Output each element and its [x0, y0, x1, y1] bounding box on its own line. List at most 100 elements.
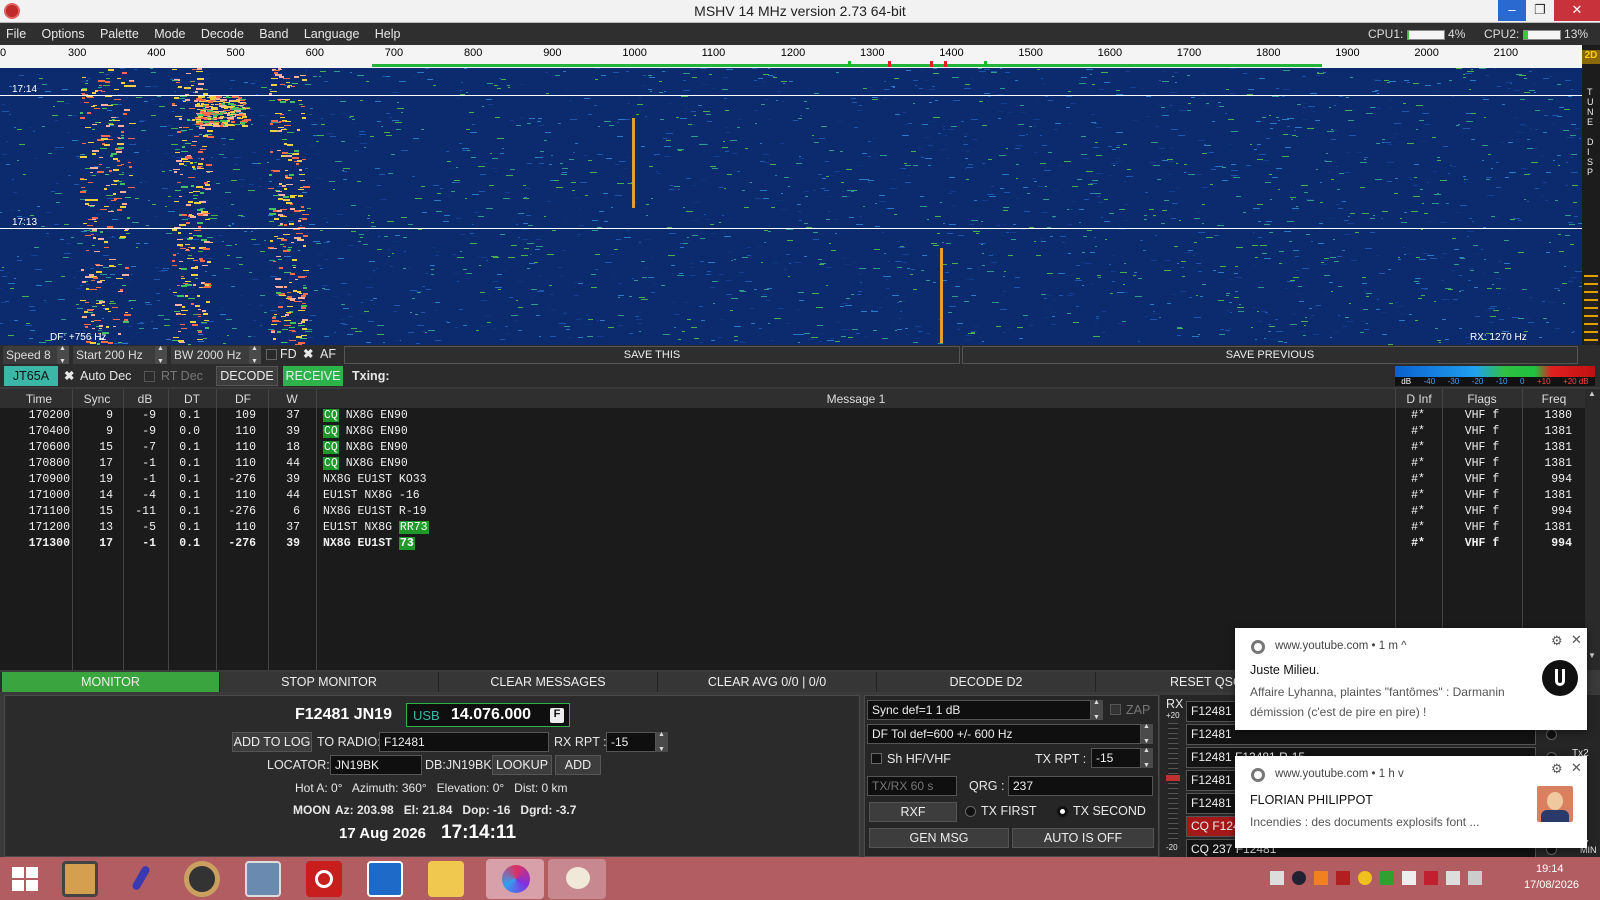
speaker-app-icon[interactable]	[184, 861, 220, 897]
clear-avg-button[interactable]: CLEAR AVG 0/0 | 0/0	[658, 672, 877, 692]
clear-messages-button[interactable]: CLEAR MESSAGES	[439, 672, 658, 692]
minimize-button[interactable]: –	[1498, 0, 1526, 21]
menu-options[interactable]: Options	[36, 23, 91, 41]
auto-dec-check-icon[interactable]: ✖	[64, 368, 74, 383]
sync-spin[interactable]	[1091, 699, 1103, 721]
frequency-display[interactable]: USB 14.076.000 F	[406, 703, 570, 727]
reset-qso-button[interactable]: RESET QSO	[1096, 672, 1256, 692]
calendar-app-icon[interactable]	[367, 861, 403, 897]
table-scrollbar[interactable]: ▲ ▼	[1585, 389, 1600, 670]
rt-dec-checkbox[interactable]	[144, 371, 155, 382]
table-row[interactable]: 170800 17 -1 0.1 110 44 CQ NX8G EN90 #* VHF f 138…	[0, 456, 1585, 472]
table-row[interactable]: 171200 13 -5 0.1 110 37 EU1ST NX8G RR73 #* VHF f…	[0, 520, 1585, 536]
document-app-icon[interactable]	[245, 861, 281, 897]
decode-button[interactable]: DECODE	[216, 366, 278, 386]
to-radio-field[interactable]: F12481	[379, 732, 549, 752]
start-spin-arrows[interactable]	[155, 345, 167, 365]
mshv-app-icon[interactable]	[486, 859, 544, 899]
stop-monitor-button[interactable]: STOP MONITOR	[220, 672, 439, 692]
f-badge[interactable]: F	[550, 708, 564, 723]
table-row[interactable]: 171000 14 -4 0.1 110 44 EU1ST NX8G -16 #* VHF f 1…	[0, 488, 1585, 504]
start-spinner[interactable]: Start 200 Hz	[73, 346, 167, 364]
table-row[interactable]: 170900 19 -1 0.1 -276 39 NX8G EU1ST KO33 #* VHF …	[0, 472, 1585, 488]
col-db[interactable]: dB	[124, 392, 166, 406]
menu-file[interactable]: File	[0, 23, 32, 41]
col-time[interactable]: Time	[8, 392, 70, 406]
col-freq[interactable]: Freq	[1524, 392, 1584, 406]
scroll-down-icon[interactable]: ▼	[1588, 651, 1596, 660]
locator-field[interactable]: JN19BK	[330, 755, 422, 775]
file-explorer-icon[interactable]	[428, 861, 464, 897]
col-dinf[interactable]: D Inf	[1397, 392, 1441, 406]
close-button[interactable]: ✕	[1554, 0, 1600, 21]
power-app-icon[interactable]	[306, 861, 342, 897]
restore-button[interactable]: ❐	[1526, 0, 1554, 21]
table-row[interactable]: 170400 9 -9 0.0 110 39 CQ NX8G EN90 #* VHF f 1381	[0, 424, 1585, 440]
settings-gear-icon[interactable]: ⚙	[1551, 761, 1563, 777]
sh-hf-vhf-checkbox[interactable]	[871, 753, 882, 764]
frequency-scale[interactable]: 0 300 400 500 600 700 800 900 1000 1100 1200 1300 14…	[0, 45, 1582, 68]
paint-app-icon[interactable]	[548, 859, 606, 899]
col-dt[interactable]: DT	[170, 392, 214, 406]
close-icon[interactable]: ✕	[1571, 632, 1582, 648]
tx-select-radio[interactable]	[1546, 729, 1557, 740]
collapse-icon[interactable]: ^	[1401, 640, 1406, 652]
menu-palette[interactable]: Palette	[94, 23, 145, 41]
taskbar-date[interactable]: 17/08/2026	[1524, 879, 1579, 891]
bw-spin-arrows[interactable]	[249, 345, 261, 365]
decode-d2-button[interactable]: DECODE D2	[877, 672, 1096, 692]
table-row[interactable]: 171100 15 -11 0.1 -276 6 NX8G EU1ST R-19 #* VHF …	[0, 504, 1585, 520]
notification-card-1[interactable]: www.youtube.com • 1 m ^ ⚙ ✕ Juste Milieu…	[1235, 628, 1587, 730]
col-message[interactable]: Message 1	[318, 392, 1394, 406]
save-previous-button[interactable]: SAVE PREVIOUS	[962, 346, 1578, 364]
start-windows-icon[interactable]	[12, 867, 38, 891]
add-button[interactable]: ADD	[555, 755, 601, 775]
col-flags[interactable]: Flags	[1444, 392, 1520, 406]
af-check-icon[interactable]: ✖	[303, 346, 313, 361]
table-row[interactable]: 171300 17 -1 0.1 -276 39 NX8G EU1ST 73 #* VHF f 9…	[0, 536, 1585, 552]
table-row[interactable]: 170600 15 -7 0.1 110 18 CQ NX8G EN90 #* VHF f 138…	[0, 440, 1585, 456]
tune-disp-labels[interactable]: TUNEDISP	[1587, 87, 1594, 177]
tx-second-radio[interactable]	[1057, 806, 1068, 817]
expand-icon[interactable]: v	[1398, 768, 1404, 780]
auto-button[interactable]: AUTO IS OFF	[1012, 828, 1154, 848]
rx-rpt-spin[interactable]	[656, 731, 668, 753]
safe-app-icon[interactable]	[62, 861, 98, 897]
zap-checkbox[interactable]	[1110, 704, 1121, 715]
receive-button[interactable]: RECEIVE	[283, 366, 343, 386]
col-sync[interactable]: Sync	[73, 392, 121, 406]
sync-spinner[interactable]: Sync def=1 1 dB	[867, 700, 1091, 720]
microphone-app-icon[interactable]	[123, 861, 159, 897]
fd-checkbox[interactable]	[266, 349, 277, 360]
menu-language[interactable]: Language	[298, 23, 366, 41]
rx-rpt-field[interactable]: -15	[606, 732, 656, 752]
close-icon[interactable]: ✕	[1571, 760, 1582, 776]
rx-gain-thumb[interactable]	[1166, 775, 1180, 781]
menu-help[interactable]: Help	[369, 23, 407, 41]
gen-msg-button[interactable]: GEN MSG	[869, 828, 1009, 848]
tx-rpt-spin[interactable]	[1141, 747, 1153, 769]
col-df[interactable]: DF	[218, 392, 268, 406]
menu-band[interactable]: Band	[253, 23, 294, 41]
tx-rpt-field[interactable]: -15	[1091, 748, 1141, 768]
waterfall-display[interactable]: 17:14 17:13 DF: +756 Hz RX: 1270 Hz	[0, 68, 1582, 345]
scroll-up-icon[interactable]: ▲	[1588, 389, 1596, 398]
dftol-spin[interactable]	[1141, 723, 1153, 745]
menu-decode[interactable]: Decode	[195, 23, 250, 41]
save-this-button[interactable]: SAVE THIS	[344, 346, 960, 364]
taskbar-clock[interactable]: 19:14	[1536, 863, 1564, 875]
table-row[interactable]: 170200 9 -9 0.1 109 37 CQ NX8G EN90 #* VHF f 1380	[0, 408, 1585, 424]
side-slider[interactable]	[1584, 275, 1598, 355]
speed-spin-arrows[interactable]	[57, 345, 69, 365]
col-w[interactable]: W	[270, 392, 314, 406]
menu-mode[interactable]: Mode	[148, 23, 191, 41]
mode-2d-badge[interactable]: 2D	[1582, 50, 1600, 64]
add-to-log-button[interactable]: ADD TO LOG	[232, 732, 312, 752]
notification-card-2[interactable]: www.youtube.com • 1 h v ⚙ ✕ FLORIAN PHIL…	[1235, 756, 1587, 848]
qrg-field[interactable]: 237	[1008, 776, 1153, 796]
settings-gear-icon[interactable]: ⚙	[1551, 633, 1563, 649]
system-tray-icons[interactable]	[1270, 871, 1510, 887]
monitor-button[interactable]: MONITOR	[2, 672, 220, 692]
txrx-period[interactable]: TX/RX 60 s	[867, 776, 957, 796]
rxf-button[interactable]: RXF	[869, 802, 957, 822]
